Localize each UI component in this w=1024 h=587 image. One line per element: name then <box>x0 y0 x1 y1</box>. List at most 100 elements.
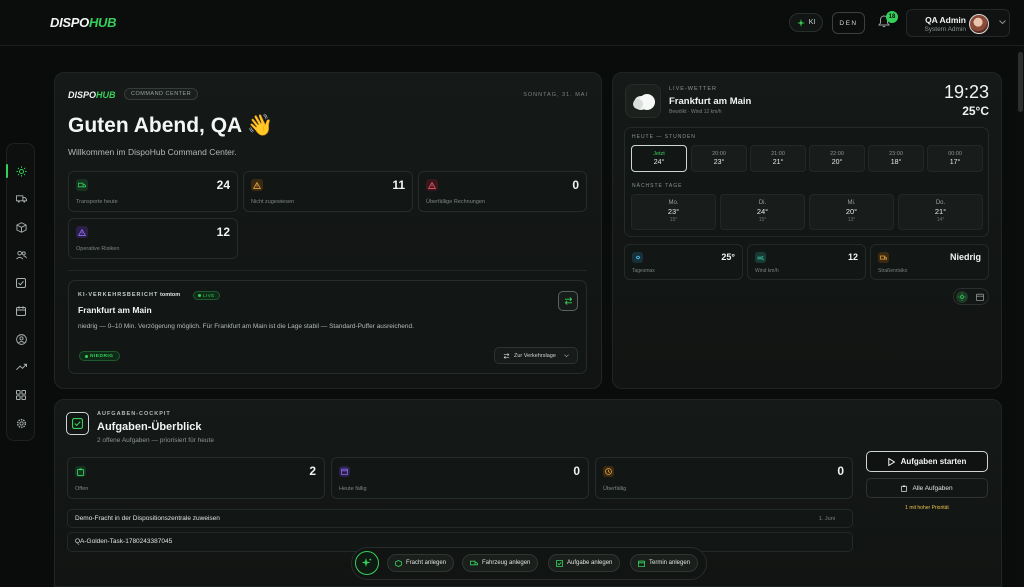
language-label: DEN <box>839 19 858 27</box>
stat-unassigned[interactable]: 11 Nicht zugewiesen <box>243 171 413 212</box>
welcome-text: Willkommen im DispoHub Command Center. <box>68 147 237 157</box>
alert-icon <box>426 179 438 191</box>
calendar-icon <box>339 466 350 477</box>
hour-time: 21:00 <box>771 151 785 157</box>
weather-stat-road-risk: Niedrig Straßenrisiko <box>870 244 989 280</box>
nav-calendar[interactable] <box>14 304 28 318</box>
start-tasks-button[interactable]: Aufgaben starten <box>866 451 988 472</box>
priority-note: 1 mit hoher Priorität <box>905 505 949 511</box>
warning-icon <box>251 179 263 191</box>
tasks-tag: AUFGABEN-COCKPIT <box>97 411 171 417</box>
swap-icon <box>564 297 573 305</box>
stat-value: Niedrig <box>949 252 981 262</box>
day-item[interactable]: Do. 21° 14° <box>898 194 983 230</box>
command-center-badge: COMMAND CENTER <box>124 88 199 100</box>
create-vehicle-button[interactable]: Fahrzeug anlegen <box>462 554 539 572</box>
day-high: 20° <box>845 207 858 216</box>
day-item[interactable]: Di. 24° 15° <box>720 194 805 230</box>
nav-tasks[interactable] <box>14 276 28 290</box>
traffic-summary: niedrig — 0–10 Min. Verzögerung möglich.… <box>78 323 414 330</box>
day-item[interactable]: Mi. 20° 13° <box>809 194 894 230</box>
weather-city: Frankfurt am Main <box>669 96 752 107</box>
stat-value: 11 <box>392 178 405 192</box>
nav-profile[interactable] <box>14 332 28 346</box>
checkbox-icon <box>16 278 26 288</box>
nav-dashboard[interactable] <box>14 164 28 178</box>
stat-label: Überfällige Rechnungen <box>426 199 486 205</box>
truck-icon <box>470 560 478 567</box>
hour-temp: 21° <box>772 159 784 166</box>
hour-time: 00:00 <box>948 151 962 157</box>
day-name: Mi. <box>847 200 856 206</box>
nav-users[interactable] <box>14 248 28 262</box>
nav-modules[interactable] <box>14 388 28 402</box>
hour-temp: 24° <box>653 159 665 166</box>
task-stat-due-today[interactable]: 0 Heute fällig <box>331 457 589 499</box>
traffic-view-select[interactable]: Zur Verkehrslage <box>494 347 578 364</box>
weather-view-toggle[interactable] <box>953 288 989 305</box>
task-date: 1. Juni <box>818 516 835 522</box>
hours-title: HEUTE — STUNDEN <box>632 134 696 140</box>
task-label: Demo-Fracht in der Dispositionszentrale … <box>75 515 220 522</box>
all-tasks-label: Alle Aufgaben <box>912 484 953 492</box>
day-low: 15° <box>669 217 678 223</box>
truck-icon <box>878 252 889 263</box>
current-date: SONNTAG, 31. MAI <box>523 92 588 98</box>
command-center-logo: DISPOHUB <box>68 90 116 100</box>
hour-item[interactable]: 20:00 23° <box>691 145 747 172</box>
stat-label: Nicht zugewiesen <box>251 199 295 205</box>
task-stat-open[interactable]: 2 Offen <box>67 457 325 499</box>
stat-label: Heute fällig <box>339 486 367 492</box>
forecast-panel: HEUTE — STUNDEN Jetzt 24° 20:00 23° 21:00 2… <box>624 127 989 237</box>
hour-item[interactable]: 00:00 17° <box>927 145 983 172</box>
create-freight-button[interactable]: Fracht anlegen <box>387 554 455 572</box>
hour-now[interactable]: Jetzt 24° <box>631 145 687 172</box>
weather-stat-max: 25° Tagesmax <box>624 244 743 280</box>
section-divider <box>68 270 587 271</box>
weather-mode-icon[interactable] <box>956 291 968 303</box>
gear-icon <box>16 418 27 429</box>
hour-item[interactable]: 22:00 20° <box>809 145 865 172</box>
nav-packages[interactable] <box>14 220 28 234</box>
quick-actions-toggle[interactable] <box>355 551 379 575</box>
task-stat-overdue[interactable]: 0 Überfällig <box>595 457 853 499</box>
traffic-refresh-button[interactable] <box>558 291 578 311</box>
stat-transports-today[interactable]: 24 Transporte heute <box>68 171 238 212</box>
quick-label: Aufgabe anlegen <box>567 560 613 566</box>
day-low: 14° <box>936 217 945 223</box>
user-menu[interactable]: QA Admin System Admin <box>906 9 1010 37</box>
traffic-source: tomtom <box>160 292 181 298</box>
create-appointment-button[interactable]: Termin anlegen <box>630 554 699 572</box>
stat-label: Überfällig <box>603 486 627 492</box>
stat-operational-risks[interactable]: 12 Operative Risiken <box>68 218 238 259</box>
day-item[interactable]: Mo. 23° 15° <box>631 194 716 230</box>
stat-overdue-invoices[interactable]: 0 Überfällige Rechnungen <box>418 171 587 212</box>
all-tasks-button[interactable]: Alle Aufgaben <box>866 478 988 498</box>
trending-up-icon <box>15 363 27 371</box>
create-task-button[interactable]: Aufgabe anlegen <box>548 554 621 572</box>
nav-analytics[interactable] <box>14 360 28 374</box>
chevron-down-icon <box>563 353 569 358</box>
sparkle-icon <box>362 558 372 568</box>
day-high: 23° <box>667 207 680 216</box>
ki-assistant-button[interactable]: KI <box>789 13 823 32</box>
greeting-title: Guten Abend, QA 👋 <box>68 114 274 137</box>
nav-settings[interactable] <box>14 416 28 430</box>
nav-transports[interactable] <box>14 192 28 206</box>
day-high: 21° <box>934 207 947 216</box>
user-role: System Admin <box>924 26 966 33</box>
hour-item[interactable]: 23:00 18° <box>868 145 924 172</box>
scrollbar-track[interactable] <box>1016 46 1024 587</box>
language-switcher[interactable]: DEN <box>832 12 865 34</box>
calendar-icon[interactable] <box>976 293 984 301</box>
day-name: Do. <box>935 200 946 206</box>
task-row[interactable]: Demo-Fracht in der Dispositionszentrale … <box>67 509 853 528</box>
scrollbar-thumb[interactable] <box>1018 52 1023 112</box>
calendar-icon <box>16 306 26 316</box>
app-logo[interactable]: DISPOHUB <box>50 15 117 30</box>
day-high: 24° <box>756 207 769 216</box>
users-icon <box>15 250 27 260</box>
day-low: 13° <box>847 217 856 223</box>
hour-item[interactable]: 21:00 21° <box>750 145 806 172</box>
truck-icon <box>76 179 88 191</box>
